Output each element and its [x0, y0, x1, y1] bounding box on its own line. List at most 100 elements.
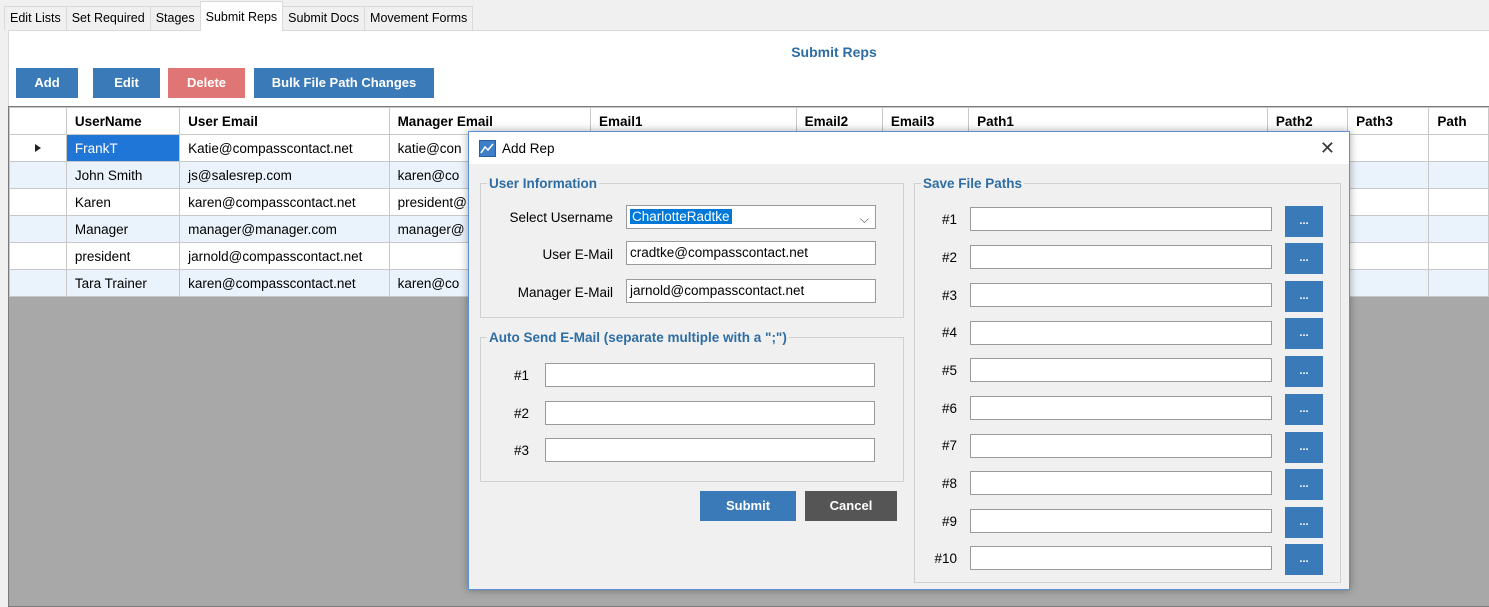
path-label-2: #2 — [941, 250, 957, 265]
cell-user-email[interactable]: js@salesrep.com — [179, 161, 390, 189]
save-path-9[interactable] — [970, 509, 1272, 533]
cell-username[interactable]: president — [65, 242, 181, 270]
path-label-10: #10 — [934, 551, 957, 566]
tab-submit-reps[interactable]: Submit Reps — [199, 1, 284, 31]
cell-user-email[interactable]: manager@manager.com — [179, 215, 390, 243]
chevron-down-icon[interactable]: ⌵ — [860, 208, 869, 230]
page-title: Submit Reps — [791, 44, 877, 60]
row-header[interactable] — [9, 161, 67, 189]
path-label-6: #6 — [941, 401, 957, 416]
auto-send-label-2: #2 — [513, 406, 529, 421]
cancel-button[interactable]: Cancel — [805, 491, 897, 521]
user-email-field[interactable]: cradtke@compasscontact.net — [626, 241, 876, 265]
tab-set-required[interactable]: Set Required — [65, 6, 151, 30]
cell-user-email[interactable]: karen@compasscontact.net — [179, 269, 390, 297]
selected-username: CharlotteRadtke — [630, 209, 732, 224]
tab-strip: Edit Lists Set Required Stages Submit Re… — [0, 0, 1489, 31]
tab-stages[interactable]: Stages — [149, 6, 201, 30]
cell-user-email[interactable]: jarnold@compasscontact.net — [179, 242, 390, 270]
add-rep-dialog: Add Rep ✕ User Information Select Userna… — [468, 131, 1350, 590]
cell-path4[interactable] — [1428, 188, 1489, 216]
cell-user-email[interactable]: Katie@compasscontact.net — [179, 134, 390, 162]
select-username-label: Select Username — [509, 210, 613, 225]
row-header[interactable] — [9, 215, 67, 243]
cell-path3[interactable] — [1347, 269, 1430, 297]
path-label-7: #7 — [941, 438, 957, 453]
tab-submit-docs[interactable]: Submit Docs — [282, 6, 366, 30]
row-header[interactable] — [9, 269, 67, 297]
browse-path-5-button[interactable]: ... — [1285, 356, 1323, 387]
cell-username[interactable]: Manager — [65, 215, 181, 243]
auto-send-email-3[interactable] — [545, 438, 875, 462]
cell-username[interactable]: Karen — [65, 188, 181, 216]
browse-path-1-button[interactable]: ... — [1285, 206, 1323, 237]
manager-email-field[interactable]: jarnold@compasscontact.net — [626, 279, 876, 303]
cell-path4[interactable] — [1428, 215, 1489, 243]
save-path-6[interactable] — [970, 396, 1272, 420]
save-path-2[interactable] — [970, 245, 1272, 269]
cell-user-email[interactable]: karen@compasscontact.net — [179, 188, 390, 216]
browse-path-3-button[interactable]: ... — [1285, 281, 1323, 312]
path-label-1: #1 — [941, 212, 957, 227]
current-row-indicator[interactable] — [9, 134, 67, 162]
app-icon — [479, 139, 496, 157]
delete-button[interactable]: Delete — [168, 68, 245, 98]
row-pointer-icon — [34, 143, 41, 152]
save-path-3[interactable] — [970, 283, 1272, 307]
browse-path-8-button[interactable]: ... — [1285, 469, 1323, 500]
auto-send-label-1: #1 — [513, 368, 529, 383]
cell-path4[interactable] — [1428, 269, 1489, 297]
row-header[interactable] — [9, 242, 67, 270]
save-path-10[interactable] — [970, 546, 1272, 570]
browse-path-9-button[interactable]: ... — [1285, 507, 1323, 538]
row-header[interactable] — [9, 188, 67, 216]
column-header-username[interactable]: UserName — [65, 107, 181, 135]
auto-send-email-2[interactable] — [545, 401, 875, 425]
column-header-user-email[interactable]: User Email — [179, 107, 390, 135]
cell-path3[interactable] — [1347, 134, 1430, 162]
manager-email-label: Manager E-Mail — [517, 285, 613, 300]
user-email-label: User E-Mail — [542, 247, 613, 262]
auto-send-label-3: #3 — [513, 443, 529, 458]
tab-edit-lists[interactable]: Edit Lists — [4, 6, 67, 30]
cell-username[interactable]: FrankT — [65, 134, 181, 162]
add-button[interactable]: Add — [16, 68, 78, 98]
submit-button[interactable]: Submit — [700, 491, 796, 521]
browse-path-6-button[interactable]: ... — [1285, 394, 1323, 425]
user-information-legend: User Information — [489, 176, 598, 191]
cell-path3[interactable] — [1347, 242, 1430, 270]
browse-path-10-button[interactable]: ... — [1285, 544, 1323, 575]
column-header-path4[interactable]: Path — [1428, 107, 1489, 135]
path-label-5: #5 — [941, 363, 957, 378]
cell-path4[interactable] — [1428, 134, 1489, 162]
save-path-5[interactable] — [970, 358, 1272, 382]
path-label-4: #4 — [941, 325, 957, 340]
auto-send-email-legend: Auto Send E-Mail (separate multiple with… — [489, 330, 787, 345]
select-username-dropdown[interactable]: CharlotteRadtke ⌵ — [626, 205, 876, 229]
cell-path3[interactable] — [1347, 215, 1430, 243]
auto-send-email-1[interactable] — [545, 363, 875, 387]
tab-movement-forms[interactable]: Movement Forms — [364, 6, 474, 30]
save-path-8[interactable] — [970, 471, 1272, 495]
browse-path-4-button[interactable]: ... — [1285, 318, 1323, 349]
save-path-1[interactable] — [970, 207, 1272, 231]
dialog-title-bar[interactable]: Add Rep ✕ — [469, 132, 1349, 164]
dialog-title: Add Rep — [502, 140, 555, 156]
cell-path3[interactable] — [1347, 188, 1430, 216]
column-header-path3[interactable]: Path3 — [1347, 107, 1430, 135]
path-label-9: #9 — [941, 514, 957, 529]
save-path-4[interactable] — [970, 321, 1272, 345]
cell-path4[interactable] — [1428, 161, 1489, 189]
save-file-paths-legend: Save File Paths — [923, 176, 1023, 191]
cell-path4[interactable] — [1428, 242, 1489, 270]
save-path-7[interactable] — [970, 434, 1272, 458]
edit-button[interactable]: Edit — [93, 68, 160, 98]
cell-username[interactable]: Tara Trainer — [65, 269, 181, 297]
browse-path-7-button[interactable]: ... — [1285, 432, 1323, 463]
path-label-8: #8 — [941, 476, 957, 491]
cell-path3[interactable] — [1347, 161, 1430, 189]
browse-path-2-button[interactable]: ... — [1285, 243, 1323, 274]
bulk-file-path-changes-button[interactable]: Bulk File Path Changes — [254, 68, 434, 98]
cell-username[interactable]: John Smith — [65, 161, 181, 189]
close-icon[interactable]: ✕ — [1320, 138, 1335, 159]
